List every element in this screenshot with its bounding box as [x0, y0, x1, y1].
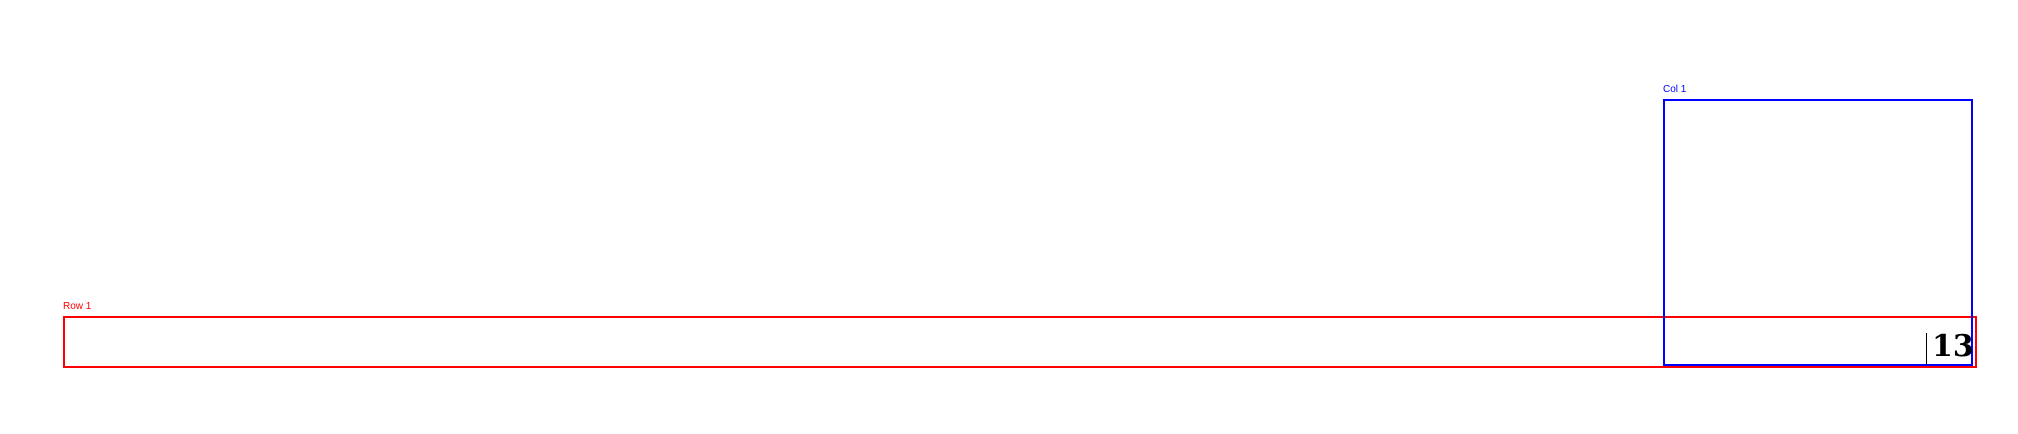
row-1-label: Row 1 [63, 301, 92, 312]
cell-divider-line [1926, 333, 1927, 365]
col-1-box [1663, 99, 1973, 366]
col-1-label: Col 1 [1663, 84, 1687, 95]
cell-value: 13 [1932, 329, 1974, 364]
